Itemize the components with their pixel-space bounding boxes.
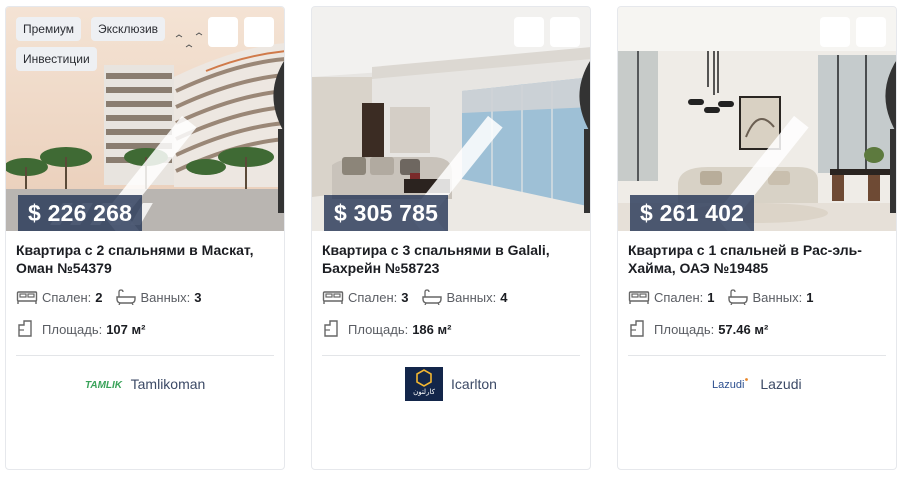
next-photo-button[interactable] [568,103,584,131]
bath-icon [115,289,137,305]
price-badge: $ 226 268 [18,195,143,231]
listing-title[interactable]: Квартира с 1 спальней в Рас-эль-Хайма, О… [628,241,890,277]
favorite-button[interactable] [550,17,590,132]
rooms-row: Спален: 3 Ванных: 4 [322,289,507,305]
rooms-row: Спален: 2 Ванных: 3 [16,289,201,305]
agency-link[interactable]: كارلتون Icarlton [312,367,590,401]
bedrooms-value: 2 [95,289,103,305]
agency-logo: كارلتون [405,367,444,401]
prev-photo-button[interactable] [624,103,809,231]
agency-name[interactable]: Icarlton [451,376,497,392]
compare-button[interactable] [820,17,896,213]
favorite-button[interactable] [244,17,284,132]
bedrooms-label: Спален: [42,289,92,305]
area-value: 57.46 м² [718,321,769,337]
next-photo-button[interactable] [262,103,278,131]
bathrooms-label: Ванных: [446,289,497,305]
divider [628,355,886,356]
favorite-button[interactable] [856,17,896,132]
next-photo-button[interactable] [874,103,890,131]
bedrooms-value: 3 [401,289,409,305]
prev-photo-button[interactable] [12,103,197,231]
area-value: 186 м² [412,321,452,337]
svg-text:كارلتون: كارلتون [413,388,436,396]
rooms-row: Спален: 1 Ванных: 1 [628,289,813,305]
tag-badge: Инвестиции [16,47,97,71]
listing-photo[interactable]: $ 261 402 [618,7,896,231]
listing-title[interactable]: Квартира с 2 спальнями в Маскат, Оман №5… [16,241,278,277]
area-row: Площадь: 107 м² [16,320,146,337]
compare-button[interactable] [208,17,284,213]
listing-card[interactable]: $ 305 785 Квартира с 3 спальнями в Galal… [311,6,591,470]
chevron-right-icon [262,103,284,231]
agency-logo: TAMLIK [85,377,123,391]
listing-photo[interactable]: $ 305 785 [312,7,590,231]
area-label: Площадь: [348,321,409,337]
agency-logo: Lazudi [712,377,752,391]
price-badge: $ 305 785 [324,195,449,231]
tag-badge: Премиум [16,17,82,41]
tag-list: Премиум Эксклюзив Инвестиции [16,17,186,71]
prev-photo-button[interactable] [318,103,503,231]
chevron-right-icon [568,103,590,231]
listing-title[interactable]: Квартира с 3 спальнями в Galali, Бахрейн… [322,241,584,277]
area-icon [628,320,650,337]
compare-button[interactable] [514,17,590,213]
agency-name[interactable]: Lazudi [760,376,801,392]
listing-card[interactable]: $ 261 402 Квартира с 1 спальней в Рас-эл… [617,6,897,470]
bed-icon [322,289,344,305]
price-badge: $ 261 402 [630,195,755,231]
divider [16,355,274,356]
agency-link[interactable]: Lazudi Lazudi [618,367,896,401]
agency-link[interactable]: TAMLIK Tamlikoman [6,367,284,401]
bed-icon [628,289,650,305]
bathrooms-value: 1 [806,289,814,305]
bed-icon [16,289,38,305]
area-row: Площадь: 186 м² [322,320,452,337]
svg-text:Lazudi: Lazudi [712,379,744,391]
bathrooms-value: 4 [500,289,508,305]
chevron-right-icon [874,103,896,231]
area-label: Площадь: [654,321,715,337]
bath-icon [421,289,443,305]
bath-icon [727,289,749,305]
bathrooms-label: Ванных: [140,289,191,305]
listing-photo[interactable]: Премиум Эксклюзив Инвестиции $ 226 268 [6,7,284,231]
area-row: Площадь: 57.46 м² [628,320,769,337]
tag-badge: Эксклюзив [91,17,166,41]
bedrooms-value: 1 [707,289,715,305]
area-label: Площадь: [42,321,103,337]
area-value: 107 м² [106,321,146,337]
area-icon [16,320,38,337]
svg-text:TAMLIK: TAMLIK [85,380,123,391]
bedrooms-label: Спален: [654,289,704,305]
agency-name[interactable]: Tamlikoman [131,376,206,392]
bathrooms-value: 3 [194,289,202,305]
bedrooms-label: Спален: [348,289,398,305]
listing-card[interactable]: Премиум Эксклюзив Инвестиции $ 226 268 К… [5,6,285,470]
area-icon [322,320,344,337]
divider [322,355,580,356]
bathrooms-label: Ванных: [752,289,803,305]
